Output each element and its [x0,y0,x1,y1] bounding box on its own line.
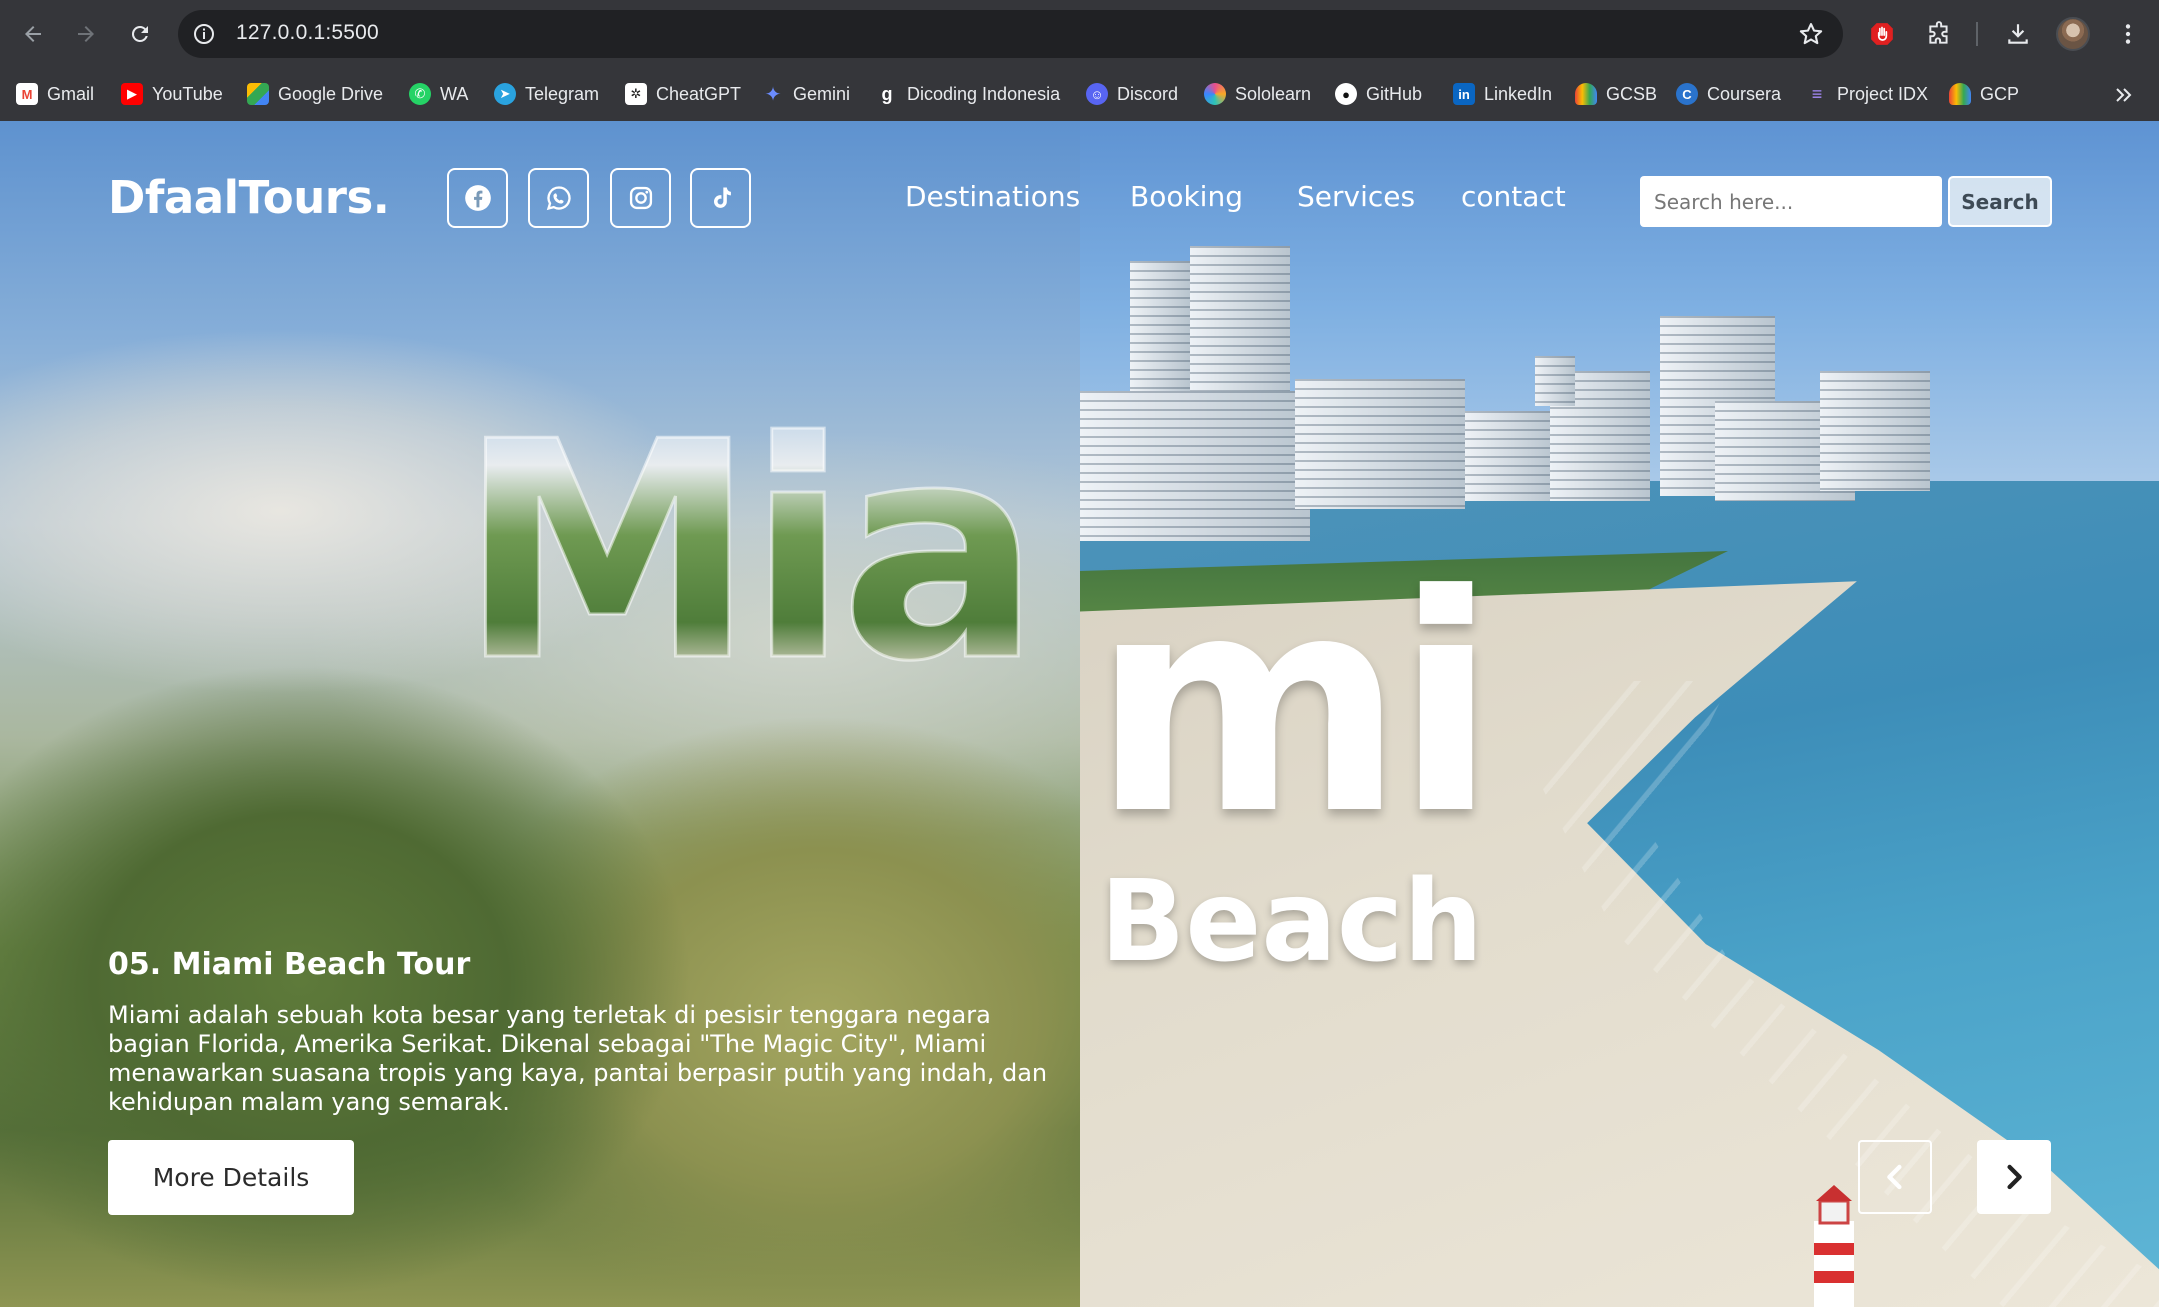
bookmark-project-idx[interactable]: ≡ Project IDX [1806,79,1928,109]
webpage: Mia Mia mi Beach DfaalTours. Destination… [0,121,2159,1307]
browser-menu-button[interactable] [2112,18,2144,50]
google-cloud-icon [1575,83,1597,105]
instagram-link[interactable] [610,168,671,228]
github-icon: ● [1335,83,1357,105]
reload-button[interactable] [123,17,157,51]
chatgpt-icon: ✲ [625,83,647,105]
profile-avatar[interactable] [2056,17,2090,51]
reload-icon [131,25,148,42]
arrow-right-icon [78,26,94,42]
search-button[interactable]: Search [1948,176,2052,227]
facebook-icon [464,185,491,211]
bookmark-gmail[interactable]: M Gmail [16,79,94,109]
whatsapp-link[interactable] [528,168,589,228]
building [1535,356,1575,406]
more-details-button[interactable]: More Details [108,1140,354,1215]
nav-booking[interactable]: Booking [1130,180,1243,213]
arrow-left-icon [25,26,41,42]
project-idx-icon: ≡ [1811,83,1823,104]
address-bar[interactable]: 127.0.0.1:5500 [178,10,1843,58]
browser-toolbar: 127.0.0.1:5500 [0,0,2159,68]
tiktok-link[interactable] [690,168,751,228]
back-button[interactable] [16,17,50,51]
bookmark-gemini[interactable]: ✦ Gemini [762,79,850,109]
instagram-icon [629,186,652,210]
coursera-icon: C [1676,83,1698,105]
whatsapp-icon: ✆ [409,83,431,105]
nav-contact[interactable]: contact [1461,180,1566,213]
gemini-icon: ✦ [764,83,782,106]
bookmark-github[interactable]: ● GitHub [1335,79,1422,109]
bookmark-gcp[interactable]: GCP [1949,79,2019,109]
whatsapp-icon [546,186,571,211]
search-input[interactable] [1640,176,1942,227]
facebook-link[interactable] [447,168,508,228]
nav-destinations[interactable]: Destinations [905,180,1080,213]
youtube-icon: ▶ [121,83,143,105]
building [1465,411,1555,501]
bookmark-google-drive[interactable]: Google Drive [247,79,383,109]
bookmark-discord[interactable]: ☺ Discord [1086,79,1178,109]
google-drive-icon [247,83,269,105]
next-slide-button[interactable] [1977,1140,2051,1214]
stop-hand-icon [1871,23,1893,45]
bookmark-wa[interactable]: ✆ WA [409,79,468,109]
previous-slide-button[interactable] [1858,1140,1932,1214]
browser-chrome: 127.0.0.1:5500 M Gmail ▶ YouTube Google Dr… [0,0,2159,121]
building [1080,391,1310,541]
bookmarks-bar: M Gmail ▶ YouTube Google Drive ✆ WA ➤ Telegr… [0,68,2159,121]
site-info-icon[interactable] [192,22,216,46]
discord-icon: ☺ [1086,83,1108,105]
bookmark-linkedin[interactable]: in LinkedIn [1453,79,1552,109]
building [1820,371,1930,491]
download-icon [2008,24,2028,44]
puzzle-icon [1929,21,1948,44]
extension-adblock-button[interactable] [1866,18,1898,50]
toolbar-separator [1976,22,1978,46]
hero-word-part2: mi [1092,531,1497,880]
extensions-button[interactable] [1923,18,1955,50]
bookmark-telegram[interactable]: ➤ Telegram [494,79,599,109]
bookmarks-overflow-icon[interactable] [2111,83,2135,107]
bookmark-gcsb[interactable]: GCSB [1575,79,1657,109]
tour-title: 05. Miami Beach Tour [108,947,471,982]
bookmark-youtube[interactable]: ▶ YouTube [121,79,223,109]
hero-blurred-background [0,121,1080,1307]
bookmark-coursera[interactable]: C Coursera [1676,79,1781,109]
bookmark-star-icon[interactable] [1797,20,1825,48]
dicoding-icon: g [881,83,893,104]
tiktok-icon [713,187,731,208]
nav-services[interactable]: Services [1297,180,1415,213]
building [1295,379,1465,509]
photo-clipped-text: Mia Mia [457,377,1044,729]
bookmark-sololearn[interactable]: Sololearn [1204,79,1311,109]
chevron-left-icon [1887,1164,1902,1190]
forward-button[interactable] [69,17,103,51]
mia-text: Mia [458,391,1032,691]
google-cloud-icon [1949,83,1971,105]
url-text[interactable]: 127.0.0.1:5500 [236,21,379,45]
site-logo[interactable]: DfaalTours. [108,171,390,224]
gmail-icon: M [16,83,38,105]
tour-description: Miami adalah sebuah kota besar yang terl… [108,1001,1048,1116]
chevron-right-icon [2007,1164,2022,1190]
telegram-icon: ➤ [494,83,516,105]
more-vertical-icon [2125,24,2131,44]
downloads-button[interactable] [2002,18,2034,50]
sololearn-icon [1204,83,1226,105]
linkedin-icon: in [1453,83,1475,105]
hero-word-part1: Mia Mia [450,377,1050,729]
bookmark-dicoding[interactable]: g Dicoding Indonesia [876,79,1061,109]
bookmark-cheatgpt[interactable]: ✲ CheatGPT [625,79,741,109]
hero-word-line2: Beach [1100,857,1484,987]
